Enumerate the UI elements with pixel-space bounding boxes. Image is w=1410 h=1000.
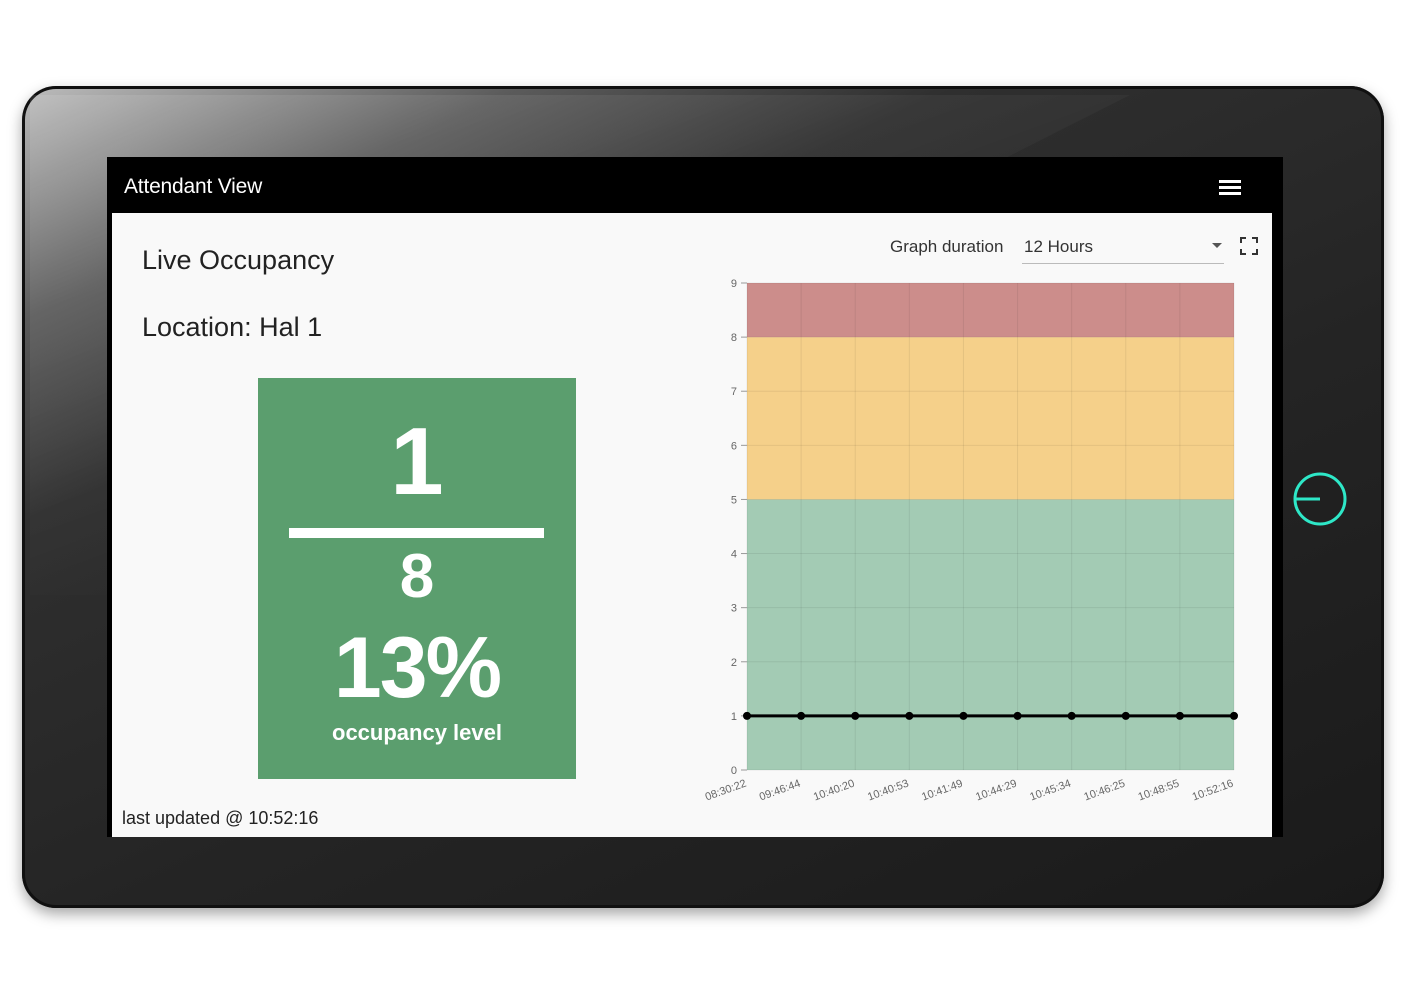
occupancy-card: 1 8 13% occupancy level bbox=[258, 378, 576, 779]
graph-duration-label: Graph duration bbox=[890, 237, 1004, 256]
y-tick-label: 8 bbox=[731, 332, 737, 344]
location-label: Location: Hal 1 bbox=[142, 312, 323, 342]
y-tick-label: 0 bbox=[731, 765, 737, 777]
occupancy-point bbox=[851, 711, 860, 720]
occupancy-point bbox=[905, 711, 914, 720]
app-header: Attendant View bbox=[107, 157, 1272, 213]
chart-band-2 bbox=[747, 283, 1234, 338]
x-tick-label: 10:52:16 bbox=[1191, 778, 1235, 804]
occupancy-percent: 13% bbox=[333, 620, 502, 716]
y-tick-label: 2 bbox=[731, 657, 737, 669]
occupancy-point bbox=[743, 711, 751, 720]
occupancy-level-label: occupancy level bbox=[332, 720, 502, 745]
x-tick-label: 10:48:55 bbox=[1137, 778, 1181, 804]
x-tick-label: 10:44:29 bbox=[974, 778, 1018, 804]
app-screen: Attendant View Live Occupancy Location: … bbox=[107, 157, 1283, 837]
y-tick-label: 7 bbox=[731, 386, 737, 398]
occupancy-point bbox=[959, 711, 968, 720]
y-tick-label: 6 bbox=[731, 440, 737, 452]
graph-duration-value: 12 Hours bbox=[1024, 237, 1093, 256]
current-occupancy: 1 bbox=[390, 408, 444, 515]
fraction-divider bbox=[289, 528, 544, 538]
chart-band-1 bbox=[747, 337, 1234, 500]
occupancy-point bbox=[1067, 711, 1076, 720]
hamburger-menu-icon[interactable] bbox=[1219, 179, 1241, 195]
occupancy-point bbox=[1121, 711, 1130, 720]
last-updated-text: last updated @ 10:52:16 bbox=[122, 808, 319, 828]
x-tick-label: 10:40:53 bbox=[866, 778, 910, 804]
y-tick-label: 4 bbox=[731, 549, 737, 561]
x-tick-label: 10:40:20 bbox=[812, 778, 856, 804]
chart-band-0 bbox=[747, 499, 1234, 770]
power-icon[interactable] bbox=[1292, 471, 1348, 527]
y-tick-label: 3 bbox=[731, 603, 737, 615]
y-tick-label: 9 bbox=[731, 278, 737, 290]
chevron-down-icon bbox=[1212, 243, 1222, 248]
occupancy-point bbox=[1013, 711, 1022, 720]
capacity: 8 bbox=[399, 542, 435, 611]
x-tick-label: 08:30:22 bbox=[704, 778, 748, 804]
occupancy-point bbox=[1230, 711, 1238, 720]
x-tick-label: 09:46:44 bbox=[758, 778, 802, 804]
x-tick-label: 10:41:49 bbox=[920, 778, 964, 804]
fullscreen-icon[interactable] bbox=[1240, 237, 1258, 255]
graph-duration-select[interactable]: 12 Hours bbox=[1022, 231, 1224, 264]
occupancy-chart: 0 1 2 3 4 5 6 7 8 9 08:30:22 09:46:44 10:40:20 10:40:… bbox=[704, 278, 1238, 804]
page-title: Live Occupancy bbox=[142, 245, 335, 275]
x-tick-label: 10:45:34 bbox=[1028, 778, 1072, 804]
occupancy-point bbox=[1175, 711, 1184, 720]
app-title: Attendant View bbox=[124, 175, 263, 198]
y-tick-label: 1 bbox=[731, 711, 737, 723]
x-tick-label: 10:46:25 bbox=[1082, 778, 1126, 804]
y-tick-label: 5 bbox=[731, 494, 737, 506]
occupancy-point bbox=[797, 711, 806, 720]
main-content: Live Occupancy Location: Hal 1 1 8 13% o… bbox=[112, 213, 1272, 837]
